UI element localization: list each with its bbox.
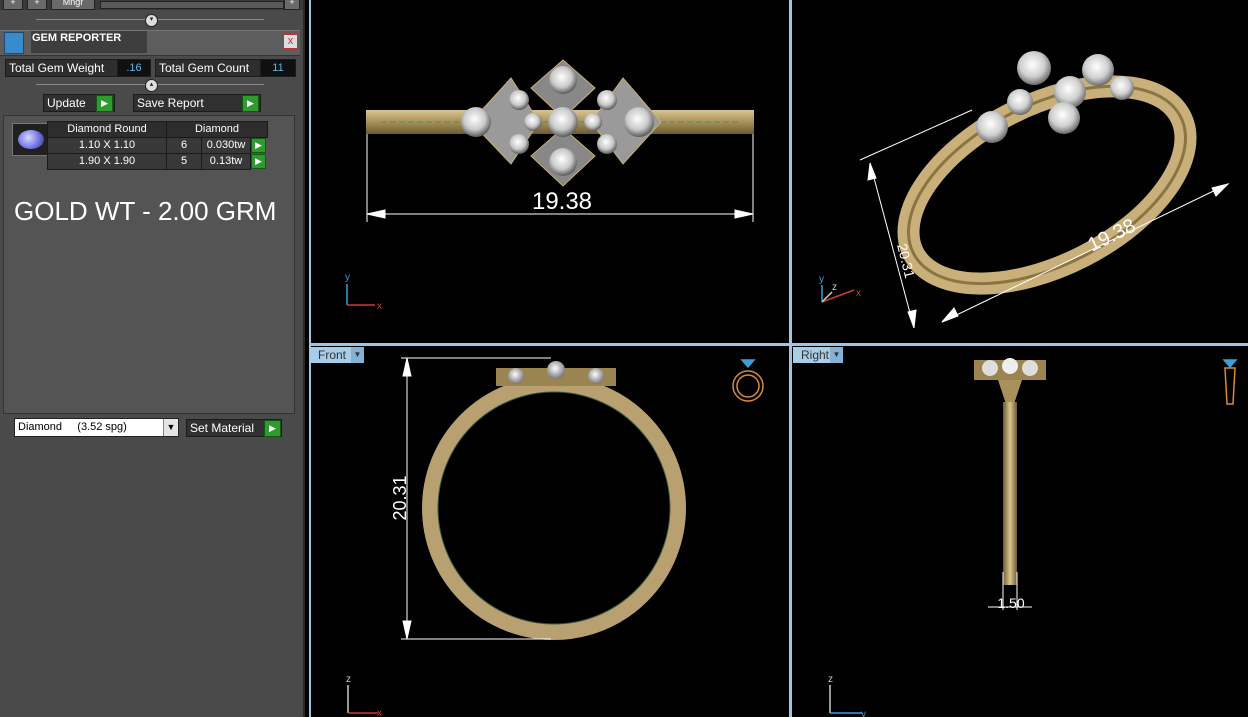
axis-x-label: x (377, 301, 382, 312)
toolbar-slider[interactable] (100, 1, 284, 9)
axis-z-label: z (832, 282, 837, 293)
save-report-label: Save Report (137, 96, 204, 110)
ring-front (422, 361, 686, 640)
close-icon[interactable]: x (283, 34, 298, 49)
table-cell-size: 1.90 X 1.90 (47, 153, 167, 170)
dimension-label: 20.31 (390, 475, 410, 520)
axis-indicator: z y (828, 674, 866, 717)
row-select-arrow-icon[interactable]: ▶ (251, 138, 266, 153)
total-gem-weight-value: .16 (117, 59, 151, 77)
add-button-3[interactable]: + (284, 0, 300, 10)
ring-perspective (897, 51, 1197, 295)
add-button-2[interactable]: + (27, 0, 47, 10)
set-material-label: Set Material (190, 421, 255, 435)
total-gem-weight-label: Total Gem Weight (5, 59, 119, 77)
axis-y-label: y (861, 709, 866, 717)
top-viewport[interactable]: 19.38 y x (311, 0, 789, 343)
front-viewport[interactable]: 20.31 z x (311, 346, 789, 717)
total-gem-count-label: Total Gem Count (155, 59, 261, 77)
gem-reporter-title: GEM REPORTER (31, 31, 147, 53)
dimension-label: 19.38 (532, 188, 592, 215)
axis-z-label: z (828, 674, 833, 685)
table-cell-count: 5 (166, 153, 202, 170)
update-button-label: Update (47, 96, 86, 110)
ring-icon (732, 359, 764, 402)
axis-z-label: z (346, 674, 351, 685)
dimension-label: 1.50 (997, 595, 1024, 611)
gem-reporter-icon (4, 32, 24, 54)
table-cell-size: 1.10 X 1.10 (47, 137, 167, 154)
diamond-gem-icon (18, 130, 44, 149)
material-select[interactable]: Diamond (3.52 spg) ▼ (14, 418, 179, 437)
axis-y-label: y (819, 274, 824, 285)
table-cell-weight: 0.13tw (201, 153, 251, 170)
manager-button[interactable]: Mngr (51, 0, 95, 10)
diamond-round-thumbnail[interactable] (12, 123, 50, 156)
gem-table-area: Diamond Round Diamond 1.10 X 1.10 6 0.03… (3, 115, 295, 414)
ring-side-icon (1222, 359, 1238, 405)
row-select-arrow-icon[interactable]: ▶ (251, 154, 266, 169)
gem-reporter-panel: + + Mngr + ▾ GEM REPORTER x Total Gem We… (0, 0, 305, 717)
ring-side (974, 358, 1046, 585)
right-viewport[interactable]: 1.50 z y (792, 346, 1248, 717)
axis-indicator: y x (345, 272, 382, 312)
perspective-viewport[interactable]: 19.38 20.31 y z x (792, 0, 1248, 343)
material-select-value: Diamond (3.52 spg) (18, 421, 127, 433)
axis-y-label: y (345, 272, 350, 283)
table-cell-weight: 0.030tw (201, 137, 251, 154)
total-gem-count-value: 11 (260, 59, 296, 77)
axis-x-label: x (856, 288, 861, 299)
collapse-toggle-icon[interactable]: ▾ (145, 14, 158, 27)
gem-reporter-header: GEM REPORTER x (0, 30, 300, 56)
axis-indicator: y z x (819, 274, 861, 303)
table-header-shape: Diamond Round (47, 121, 167, 138)
table-header-material: Diamond (166, 121, 268, 138)
top-toolbar: + + Mngr + (0, 0, 303, 10)
update-arrow-icon[interactable]: ▶ (96, 95, 113, 112)
chevron-down-icon[interactable]: ▼ (163, 419, 178, 436)
add-button-1[interactable]: + (3, 0, 23, 10)
axis-x-label: x (377, 708, 382, 717)
gem-cluster (461, 59, 662, 187)
table-cell-count: 6 (166, 137, 202, 154)
set-material-arrow-icon[interactable]: ▶ (264, 420, 281, 437)
save-report-arrow-icon[interactable]: ▶ (242, 95, 259, 112)
expand-toggle-icon[interactable]: ▴ (145, 79, 158, 92)
gold-weight-text: GOLD WT - 2.00 GRM (14, 196, 277, 226)
axis-indicator: z x (346, 674, 382, 717)
